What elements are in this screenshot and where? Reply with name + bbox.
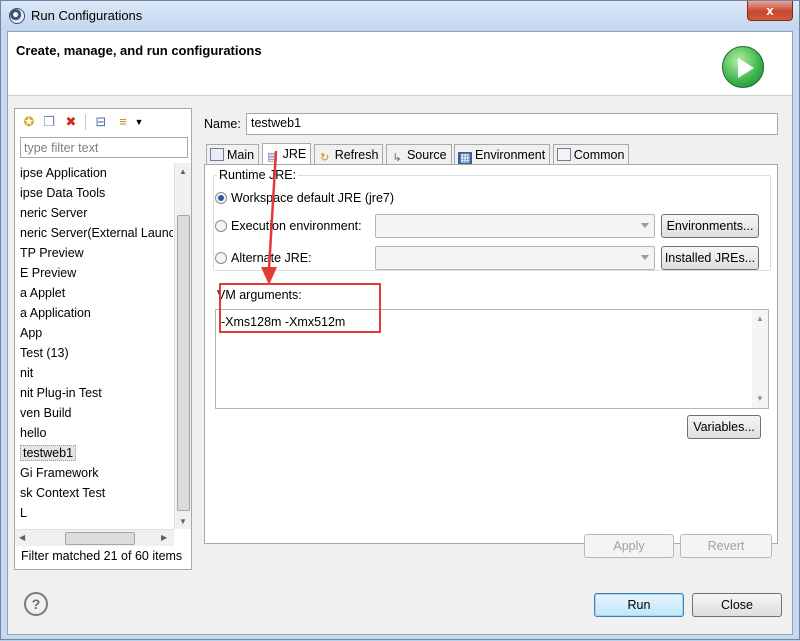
title-bar[interactable]: Run Configurations x bbox=[1, 1, 799, 31]
filter-status: Filter matched 21 of 60 items bbox=[21, 549, 183, 563]
alternate-jre-radio[interactable]: Alternate JRE: bbox=[215, 248, 312, 268]
tab-bar: Main ▤ JRE ↻ Refresh ↳ Source ▦ Environment … bbox=[206, 142, 630, 167]
tree-item[interactable]: TP Preview bbox=[15, 243, 173, 263]
apply-button[interactable]: Apply bbox=[584, 534, 674, 558]
jre-tab-body: Runtime JRE: Workspace default JRE (jre7… bbox=[204, 164, 778, 544]
scroll-thumb[interactable] bbox=[65, 532, 135, 545]
execution-environment-combo[interactable] bbox=[375, 214, 655, 238]
workspace-default-radio[interactable]: Workspace default JRE (jre7) bbox=[215, 188, 394, 208]
revert-button[interactable]: Revert bbox=[680, 534, 772, 558]
scroll-right-icon[interactable]: ▶ bbox=[161, 533, 167, 542]
scroll-up-icon[interactable]: ▲ bbox=[179, 167, 187, 176]
tree-item[interactable]: Test (13) bbox=[15, 343, 173, 363]
scroll-down-icon[interactable]: ▼ bbox=[756, 394, 764, 403]
tree-item[interactable]: hello bbox=[15, 423, 173, 443]
tab-common[interactable]: Common bbox=[552, 144, 630, 166]
chevron-down-icon bbox=[641, 255, 649, 260]
main-tab-icon bbox=[210, 148, 224, 161]
tree-item[interactable]: nit Plug-in Test bbox=[15, 383, 173, 403]
configuration-tree-panel: ✪ ❐ ✖ ⊟ ≡ ▼ ipse Application ipse Data T… bbox=[14, 108, 192, 570]
delete-icon[interactable]: ✖ bbox=[63, 114, 79, 130]
variables-button[interactable]: Variables... bbox=[687, 415, 761, 439]
radio-checked-icon bbox=[215, 192, 227, 204]
window-title: Run Configurations bbox=[31, 8, 143, 23]
header-title: Create, manage, and run configurations bbox=[16, 43, 262, 58]
scroll-down-icon[interactable]: ▼ bbox=[179, 517, 187, 526]
run-icon bbox=[722, 46, 764, 88]
tree-item[interactable]: Gi Framework bbox=[15, 463, 173, 483]
vm-arguments-label: VM arguments: bbox=[217, 288, 302, 302]
run-button[interactable]: Run bbox=[594, 593, 684, 617]
jre-tab-icon: ▤ bbox=[267, 151, 278, 163]
name-input[interactable]: testweb1 bbox=[246, 113, 778, 135]
runtime-jre-label: Runtime JRE: bbox=[217, 168, 299, 182]
scroll-up-icon[interactable]: ▲ bbox=[756, 314, 764, 323]
tree-item[interactable]: ven Build bbox=[15, 403, 173, 423]
close-button[interactable]: Close bbox=[692, 593, 782, 617]
execution-environment-radio[interactable]: Execution environment: bbox=[215, 216, 362, 236]
configuration-editor: Name: testweb1 Main ▤ JRE ↻ Refresh ↳ Sourc… bbox=[198, 108, 786, 544]
view-menu-icon[interactable]: ▼ bbox=[131, 114, 147, 130]
tree-item[interactable]: sk Context Test bbox=[15, 483, 173, 503]
tree-vertical-scrollbar[interactable]: ▲ ▼ bbox=[174, 163, 191, 529]
tree-horizontal-scrollbar[interactable]: ◀ ▶ bbox=[15, 529, 174, 546]
tab-main[interactable]: Main bbox=[206, 144, 260, 166]
tab-environment[interactable]: ▦ Environment bbox=[454, 144, 551, 166]
filter-icon[interactable]: ≡ bbox=[115, 114, 131, 130]
vm-arguments-scrollbar[interactable]: ▲ ▼ bbox=[752, 310, 768, 408]
vm-arguments-value: -Xms128m -Xmx512m bbox=[221, 315, 346, 329]
tree-toolbar: ✪ ❐ ✖ ⊟ ≡ ▼ bbox=[17, 111, 189, 133]
tab-source[interactable]: ↳ Source bbox=[385, 144, 452, 166]
tree-item[interactable]: neric Server bbox=[15, 203, 173, 223]
scroll-left-icon[interactable]: ◀ bbox=[19, 533, 25, 542]
tree-item[interactable]: E Preview bbox=[15, 263, 173, 283]
environments-button[interactable]: Environments... bbox=[661, 214, 759, 238]
vm-arguments-textarea[interactable]: -Xms128m -Xmx512m ▲ ▼ bbox=[215, 309, 769, 409]
tree-item[interactable]: App bbox=[15, 323, 173, 343]
tree-item[interactable]: a Applet bbox=[15, 283, 173, 303]
filter-input[interactable] bbox=[20, 137, 188, 158]
alternate-jre-combo[interactable] bbox=[375, 246, 655, 270]
header-band: Create, manage, and run configurations bbox=[8, 32, 792, 96]
radio-icon bbox=[215, 252, 227, 264]
configuration-tree: ipse Application ipse Data Tools neric S… bbox=[15, 163, 173, 543]
duplicate-icon[interactable]: ❐ bbox=[41, 114, 57, 130]
tree-item[interactable]: neric Server(External Launc bbox=[15, 223, 173, 243]
dialog-client: Create, manage, and run configurations ✪… bbox=[7, 31, 793, 635]
tab-refresh[interactable]: ↻ Refresh bbox=[313, 144, 384, 166]
tree-item[interactable]: a Application bbox=[15, 303, 173, 323]
tree-item[interactable]: L bbox=[15, 503, 173, 523]
eclipse-icon bbox=[9, 8, 25, 24]
installed-jres-button[interactable]: Installed JREs... bbox=[661, 246, 759, 270]
help-icon[interactable]: ? bbox=[24, 592, 48, 616]
tree-item[interactable]: ipse Application bbox=[15, 163, 173, 183]
tree-item-selected[interactable]: testweb1 bbox=[15, 443, 173, 463]
new-configuration-icon[interactable]: ✪ bbox=[21, 114, 37, 130]
chevron-down-icon bbox=[641, 223, 649, 228]
run-configurations-window: Run Configurations x Create, manage, and… bbox=[0, 0, 800, 640]
window-close-button[interactable]: x bbox=[747, 1, 793, 21]
collapse-all-icon[interactable]: ⊟ bbox=[93, 114, 109, 130]
scroll-thumb[interactable] bbox=[177, 215, 190, 511]
radio-icon bbox=[215, 220, 227, 232]
common-icon bbox=[556, 148, 571, 161]
name-label: Name: bbox=[204, 117, 241, 131]
tree-item[interactable]: nit bbox=[15, 363, 173, 383]
toolbar-separator bbox=[85, 114, 86, 130]
tree-item[interactable]: ipse Data Tools bbox=[15, 183, 173, 203]
